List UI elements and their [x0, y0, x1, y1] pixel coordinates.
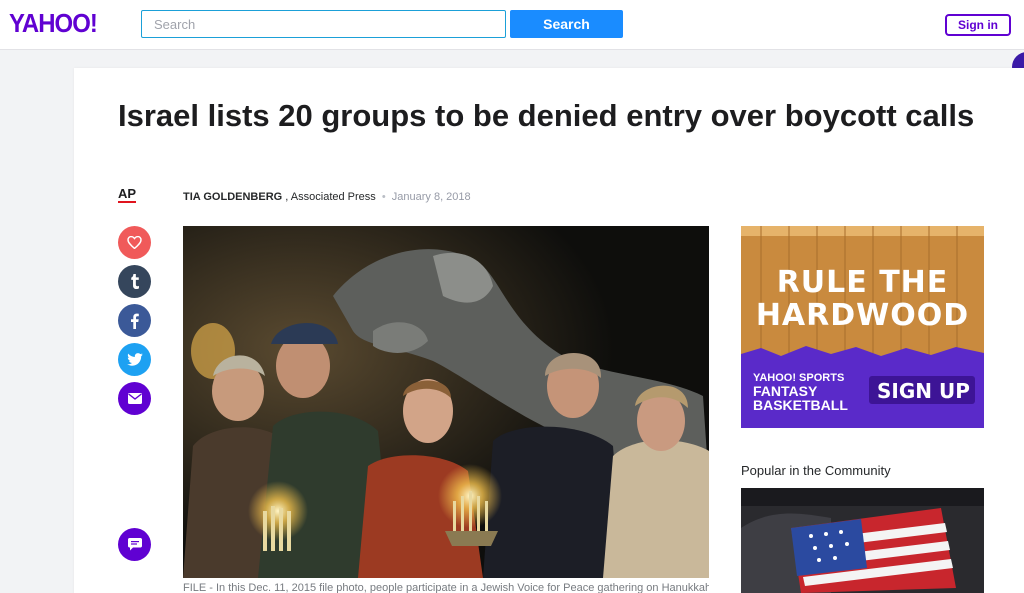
article-photo[interactable]	[183, 226, 709, 578]
advertisement[interactable]: RULE THE HARDWOOD YAHOO! SPORTS FANTASY …	[741, 226, 984, 428]
comments-button[interactable]	[118, 528, 151, 561]
top-bar: YAHOO! Search Sign in	[0, 0, 1024, 50]
byline-dot: •	[381, 191, 386, 203]
ap-logo[interactable]: AP	[118, 186, 137, 203]
email-share-button[interactable]	[118, 382, 151, 415]
favorite-button[interactable]	[118, 226, 151, 259]
comment-icon	[127, 538, 142, 551]
thumbnail-image	[741, 488, 984, 593]
heart-icon	[127, 236, 142, 249]
ad-headline-line1: RULE THE	[776, 265, 949, 300]
article-headline: Israel lists 20 groups to be denied entr…	[118, 98, 975, 133]
ad-headline-line2: HARDWOOD	[755, 298, 970, 333]
facebook-icon	[131, 313, 139, 329]
search-input[interactable]	[141, 10, 506, 38]
byline: TIA GOLDENBERG , Associated Press • Janu…	[183, 191, 471, 203]
publisher-name: Associated Press	[290, 191, 376, 203]
photo-caption: FILE - In this Dec. 11, 2015 file photo,…	[183, 582, 709, 593]
ad-brand: YAHOO! SPORTS FANTASY BASKETBALL	[753, 372, 848, 412]
ad-brand-line2: FANTASY	[753, 383, 818, 399]
photo-illustration	[183, 226, 709, 578]
publish-date: January 8, 2018	[391, 191, 471, 203]
search-button[interactable]: Search	[510, 10, 623, 38]
author-name[interactable]: TIA GOLDENBERG	[183, 191, 282, 203]
tumblr-share-button[interactable]	[118, 265, 151, 298]
facebook-share-button[interactable]	[118, 304, 151, 337]
ad-brand-line3: BASKETBALL	[753, 397, 848, 413]
popular-section-title: Popular in the Community	[741, 463, 891, 478]
mail-icon	[127, 393, 142, 404]
twitter-share-button[interactable]	[118, 343, 151, 376]
ad-sign-up-button[interactable]: SIGN UP	[877, 379, 970, 403]
sign-in-button[interactable]: Sign in	[945, 14, 1011, 36]
twitter-icon	[126, 353, 143, 366]
popular-thumbnail[interactable]	[741, 488, 984, 593]
yahoo-logo[interactable]: YAHOO!	[9, 8, 98, 39]
byline-separator: ,	[285, 191, 289, 203]
tumblr-icon	[130, 274, 139, 289]
ad-headline: RULE THE HARDWOOD	[741, 266, 984, 332]
